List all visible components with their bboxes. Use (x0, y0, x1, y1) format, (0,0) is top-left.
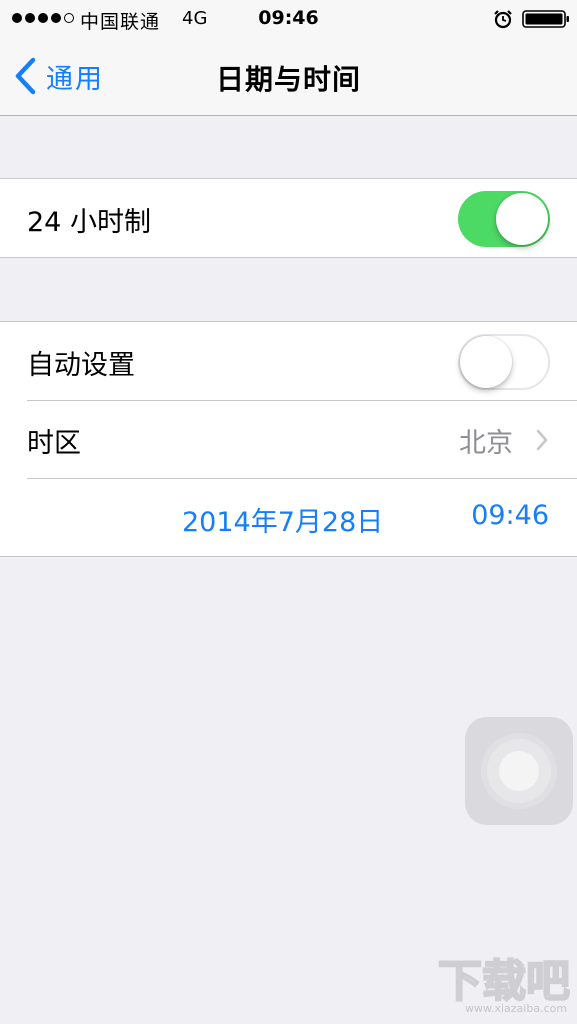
assistive-touch-icon[interactable] (465, 717, 573, 825)
settings-row-date-time: 2014年7月28日 09:46 (0, 478, 577, 556)
row-label-auto-set: 自动设置 (27, 350, 135, 381)
status-clock: 09:46 (258, 7, 319, 29)
row-label-24-hour: 24 小时制 (27, 207, 151, 238)
assistive-touch-ring (487, 739, 551, 803)
date-value[interactable]: 2014年7月28日 (182, 500, 383, 539)
assistive-touch-core (499, 751, 539, 791)
status-bar: 中国联通 4G 09:46 (0, 0, 577, 38)
chevron-right-icon (536, 429, 548, 451)
settings-group-format: 24 小时制 (0, 178, 577, 258)
toggle-24-hour[interactable] (458, 191, 550, 247)
svg-text:下载吧: 下载吧 (438, 956, 570, 1007)
navigation-bar: 通用 日期与时间 (0, 38, 577, 116)
toggle-knob (460, 336, 512, 388)
time-value[interactable]: 09:46 (471, 500, 549, 531)
page-title: 日期与时间 (215, 63, 361, 96)
settings-row-24-hour: 24 小时制 (0, 179, 577, 257)
settings-group-datetime: 自动设置 时区 北京 2014年7月28日 09:46 (0, 321, 577, 557)
settings-row-auto-set: 自动设置 (0, 322, 577, 400)
toggle-auto-set[interactable] (458, 334, 550, 390)
alarm-clock-icon (494, 10, 512, 29)
toggle-knob (496, 193, 548, 245)
battery-icon (522, 10, 569, 28)
row-label-timezone: 时区 (27, 428, 81, 459)
timezone-value: 北京 (459, 428, 513, 459)
settings-row-timezone[interactable]: 时区 北京 (0, 400, 577, 478)
watermark-url: www.xiazaiba.com (465, 1002, 568, 1015)
